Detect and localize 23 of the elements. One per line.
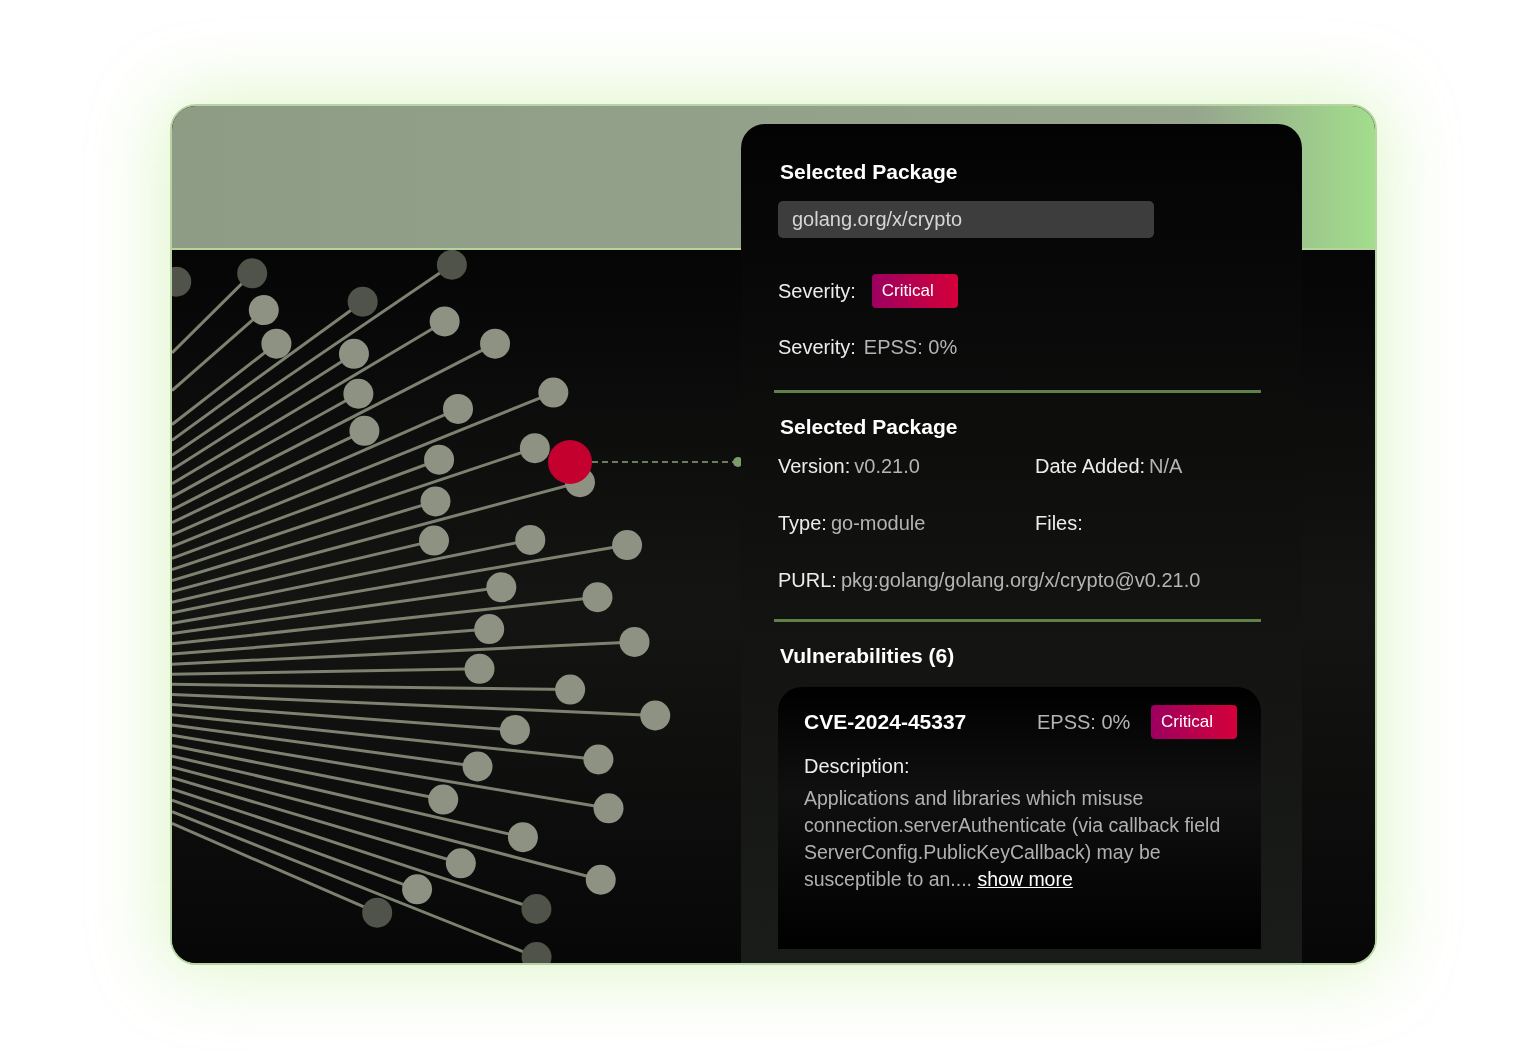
field-label: Files:: [1035, 510, 1083, 536]
package-field[interactable]: golang.org/x/crypto: [778, 201, 1154, 239]
show-more-link[interactable]: show more: [977, 867, 1073, 890]
field-value: N/A: [1149, 453, 1183, 479]
epss-value: EPSS: 0%: [1037, 709, 1132, 735]
field-label: Version:: [778, 453, 851, 479]
section-title: Selected Package: [780, 414, 959, 441]
field-label: PURL:: [778, 567, 837, 593]
field-value: v0.21.0: [854, 453, 920, 479]
description-label: Description:: [804, 753, 911, 779]
field-label: Type:: [778, 510, 827, 536]
field-label: Severity:: [778, 335, 856, 361]
severity-tag: Critical: [871, 274, 958, 309]
severity-tag: Critical: [1151, 704, 1237, 739]
field-value: EPSS: 0%: [863, 335, 958, 361]
section-title: Selected Package: [780, 159, 959, 185]
field-value: go-module: [830, 510, 926, 536]
section-title: Vulnerabilities (6): [780, 642, 956, 669]
vulnerability-id: CVE-2024-45337: [804, 709, 968, 736]
field-label: Severity:: [778, 279, 856, 305]
field-value: pkg:golang/golang.org/x/crypto@v0.21.0: [840, 567, 1201, 593]
description-text: Applications and libraries which misuse connection.serverAuthenticate (via callback field ServerConfig.PublicKeyCallback) may be susceptible to an.... show more: [804, 785, 1222, 892]
field-label: Date Added:: [1035, 453, 1146, 479]
